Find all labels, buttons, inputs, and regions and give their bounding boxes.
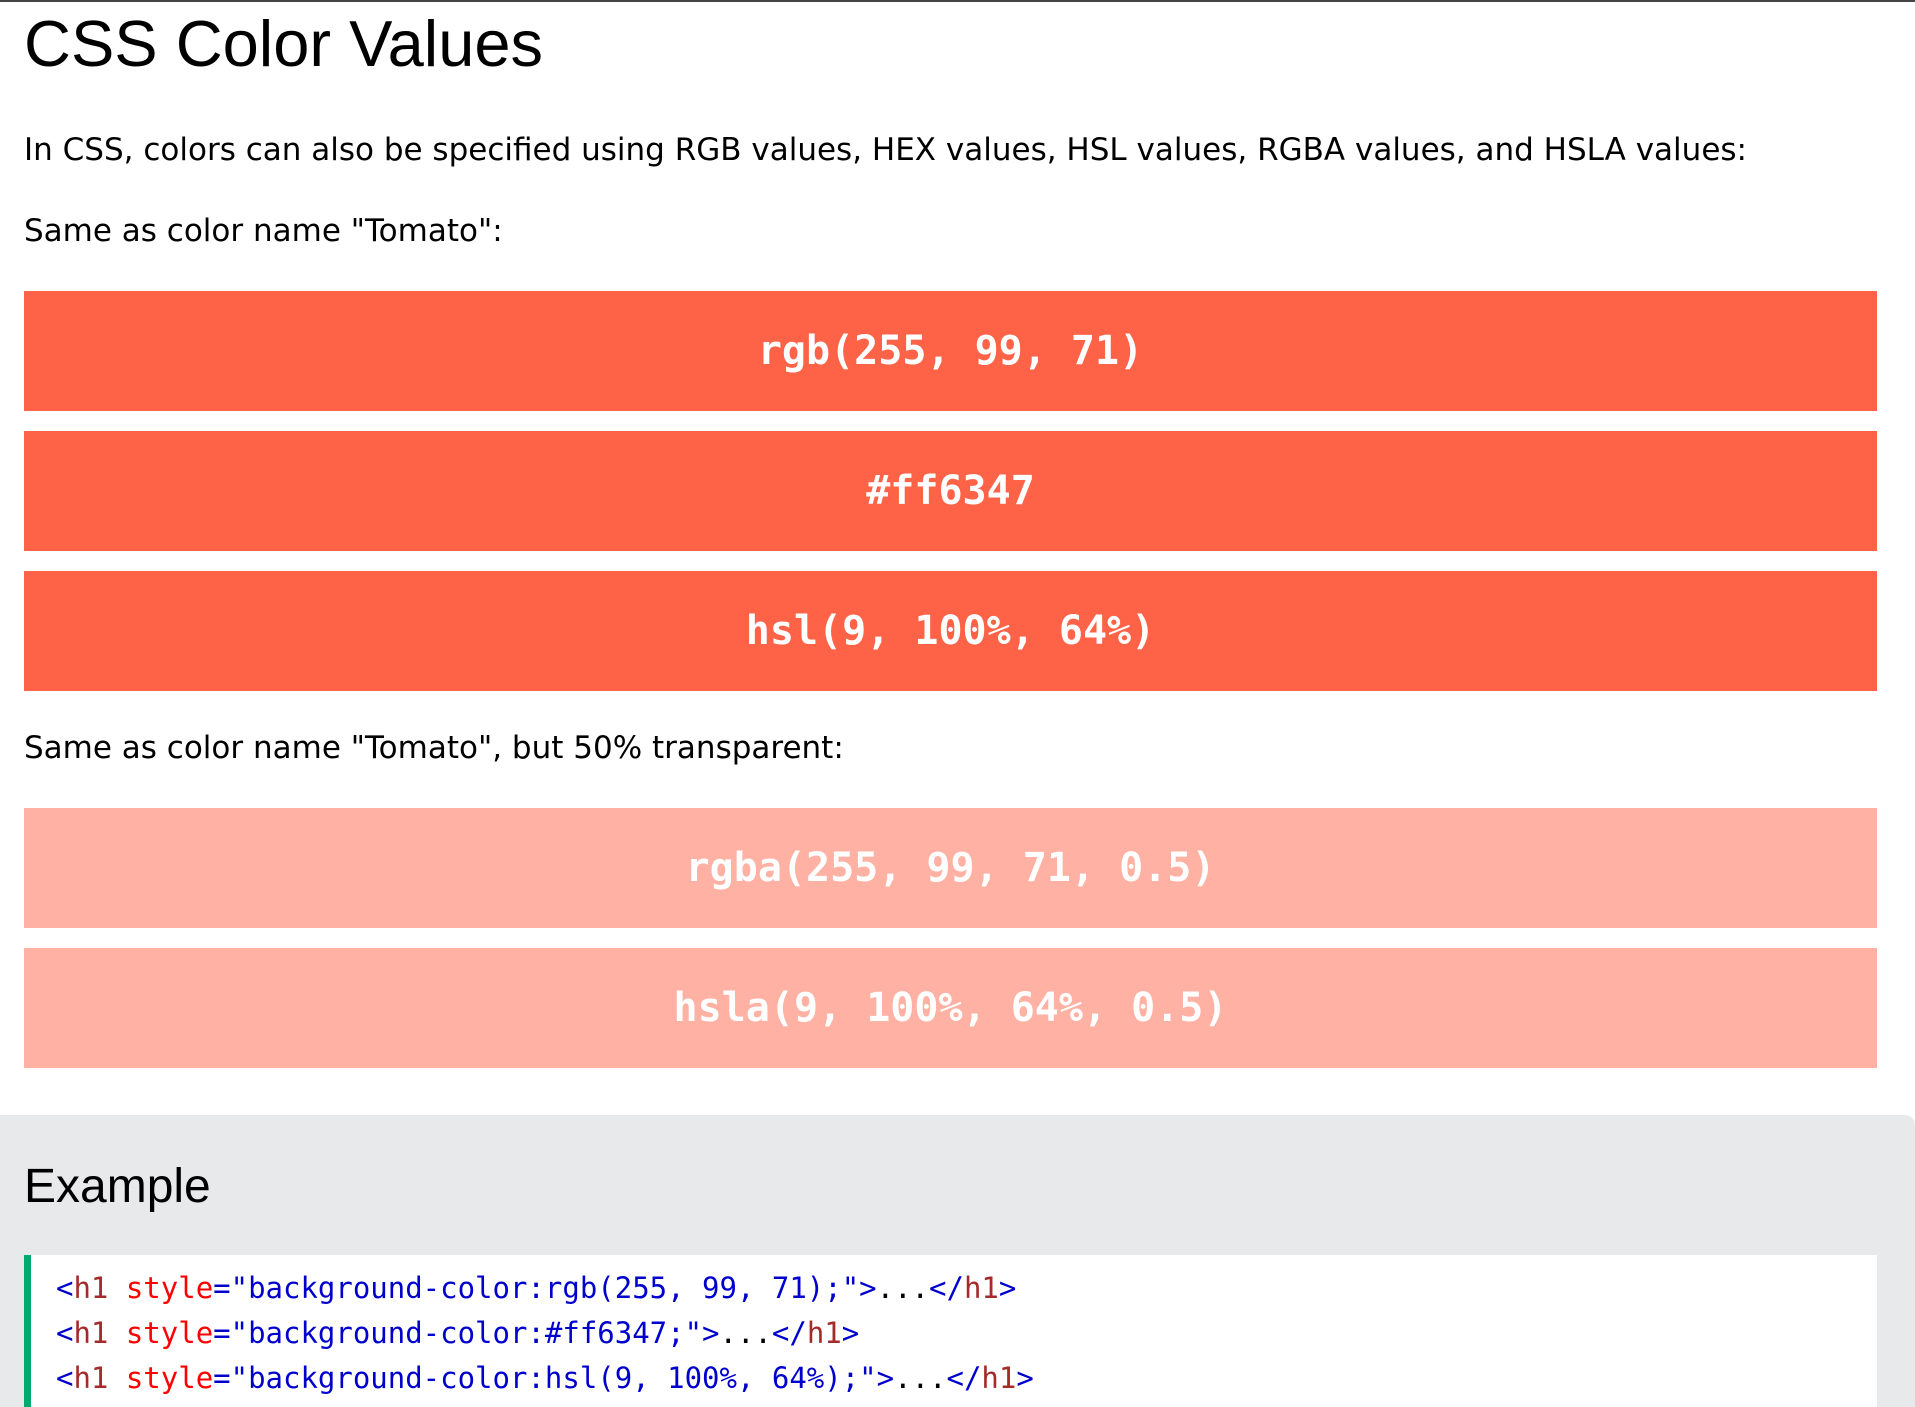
swatch-hex: #ff6347 [24,431,1877,551]
swatch-hsl: hsl(9, 100%, 64%) [24,571,1877,691]
swatch-rgb: rgb(255, 99, 71) [24,291,1877,411]
intro-paragraph: In CSS, colors can also be specified usi… [24,132,1747,168]
solid-caption: Same as color name "Tomato": [24,213,503,249]
code-block: <h1 style="background-color:rgb(255, 99,… [24,1255,1877,1407]
page-title: CSS Color Values [24,7,544,80]
code-line: <h1 style="background-color:hsl(9, 100%,… [56,1361,1034,1395]
code-line: <h1 style="background-color:rgb(255, 99,… [56,1271,1017,1305]
example-panel: Example <h1 style="background-color:rgb(… [0,1115,1915,1407]
code-line: <h1 style="background-color:#ff6347;">..… [56,1316,860,1350]
swatch-hsla: hsla(9, 100%, 64%, 0.5) [24,948,1877,1068]
example-title: Example [24,1160,211,1213]
page: CSS Color Values In CSS, colors can also… [0,0,1915,1407]
top-divider [0,0,1915,2]
swatch-rgba: rgba(255, 99, 71, 0.5) [24,808,1877,928]
alpha-caption: Same as color name "Tomato", but 50% tra… [24,730,844,766]
